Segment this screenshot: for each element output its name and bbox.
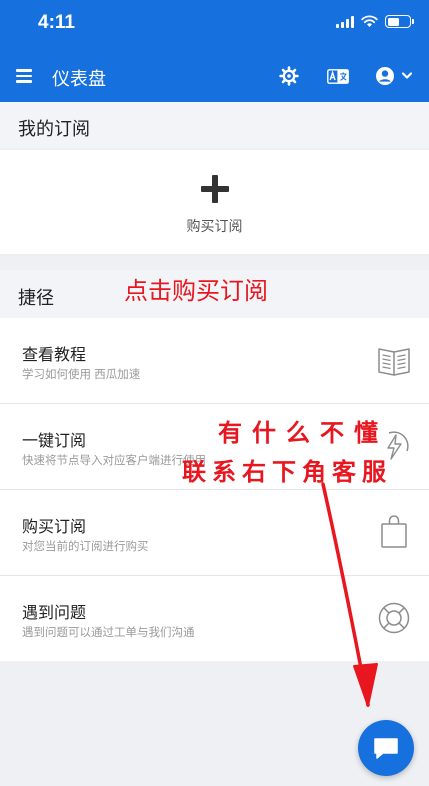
lifebuoy-icon (378, 602, 410, 634)
menu-icon[interactable] (16, 69, 32, 83)
subscriptions-section-title: 我的订阅 (18, 119, 90, 139)
shortcut-subtitle: 学习如何使用 西瓜加速 (22, 369, 141, 381)
annotation-question: 有什么不懂 (218, 420, 388, 447)
shortcut-row-tutorial[interactable]: 查看教程 学习如何使用 西瓜加速 (0, 318, 429, 403)
buy-subscription-card[interactable] (0, 150, 429, 254)
shortcut-subtitle: 遇到问题可以通过工单与我们沟通 (22, 627, 195, 639)
app-header: 4:11 仪表盘 (0, 0, 429, 102)
shortcut-row-help[interactable]: 遇到问题 遇到问题可以通过工单与我们沟通 (0, 576, 429, 661)
battery-icon (385, 15, 414, 28)
section-gap (0, 254, 429, 270)
page-title: 仪表盘 (52, 69, 106, 89)
shortcut-row-buy-subscription[interactable]: 购买订阅 对您当前的订阅进行购买 (0, 490, 429, 575)
subscriptions-section-header: 我的订阅 (0, 102, 429, 148)
wifi-icon (361, 15, 378, 27)
shortcut-title: 一键订阅 (22, 433, 87, 450)
nav-row: 仪表盘 (0, 56, 429, 98)
annotation-contact: 联系右下角客服 (182, 459, 392, 486)
gear-icon[interactable] (279, 66, 299, 86)
chat-icon (374, 738, 398, 759)
signal-icon (336, 15, 354, 28)
book-icon (378, 348, 410, 376)
shopping-bag-icon (381, 515, 407, 548)
annotation-buy-hint: 点击购买订阅 (124, 278, 268, 305)
shortcuts-section-title: 捷径 (18, 288, 54, 308)
shortcut-title: 查看教程 (22, 347, 87, 364)
shortcut-subtitle: 对您当前的订阅进行购买 (22, 541, 149, 553)
plus-icon (201, 175, 229, 203)
translate-icon[interactable] (327, 69, 349, 84)
buy-subscription-label: 购买订阅 (186, 218, 243, 234)
status-icons (336, 15, 414, 28)
status-time: 4:11 (38, 12, 75, 33)
account-icon[interactable] (375, 66, 413, 86)
shortcut-title: 购买订阅 (22, 519, 87, 536)
customer-service-chat-button[interactable] (358, 720, 414, 776)
shortcut-subtitle: 快速将节点导入对应客户端进行使用 (22, 455, 206, 467)
shortcut-title: 遇到问题 (22, 605, 87, 622)
